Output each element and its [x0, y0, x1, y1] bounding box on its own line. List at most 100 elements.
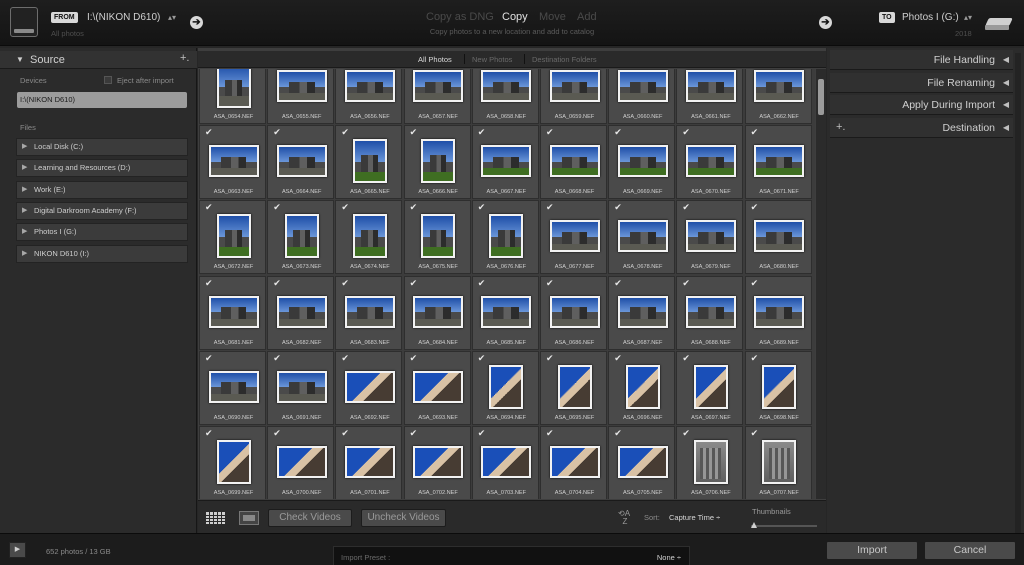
selected-device[interactable]: I:\(NIKON D610) — [17, 92, 187, 108]
photo-thumbnail[interactable] — [276, 70, 327, 102]
expand-triangle-icon[interactable]: ▶ — [22, 203, 27, 219]
destination-arrow-icon[interactable]: ➔ — [819, 16, 832, 29]
mode-copy-as-dng[interactable]: Copy as DNG — [426, 11, 494, 23]
photo-thumbnail[interactable] — [216, 69, 251, 108]
thumbnail-cell[interactable]: ✔ ASA_0689.NEF — [744, 275, 812, 350]
checkmark-icon[interactable]: ✔ — [546, 429, 554, 438]
thumbnail-cell[interactable]: ✔ ASA_0694.NEF — [471, 350, 539, 425]
thumbnail-cell[interactable]: ASA_0654.NEF — [199, 69, 266, 124]
thumbnail-size-slider[interactable] — [751, 522, 817, 528]
photo-thumbnail[interactable] — [276, 145, 327, 178]
checkmark-icon[interactable]: ✔ — [478, 353, 486, 363]
volume-item[interactable]: ▶ Photos I (G:) — [16, 223, 188, 242]
thumbnail-cell[interactable]: ASA_0662.NEF — [744, 69, 812, 124]
checkmark-icon[interactable]: ✔ — [205, 429, 213, 438]
checkmark-icon[interactable]: ✔ — [751, 429, 759, 438]
thumbnail-cell[interactable]: ✔ ASA_0703.NEF — [471, 426, 539, 499]
thumbnail-cell[interactable]: ✔ ASA_0676.NEF — [471, 200, 539, 275]
scrollbar-thumb[interactable] — [818, 79, 824, 115]
mode-copy[interactable]: Copy — [502, 11, 528, 23]
uncheck-videos-button[interactable]: Uncheck Videos — [361, 509, 446, 527]
thumbnail-cell[interactable]: ✔ ASA_0665.NEF — [335, 125, 403, 200]
tab-new-photos[interactable]: New Photos — [472, 55, 512, 64]
sort-dropdown[interactable]: Capture Time ÷ — [669, 513, 720, 522]
thumbnail-cell[interactable]: ✔ ASA_0685.NEF — [471, 275, 539, 350]
file-handling-section[interactable]: File Handling ◀ — [830, 50, 1013, 70]
thumbnail-cell[interactable]: ✔ ASA_0682.NEF — [267, 275, 335, 350]
checkmark-icon[interactable]: ✔ — [205, 353, 213, 363]
checkmark-icon[interactable]: ✔ — [205, 203, 213, 212]
checkmark-icon[interactable]: ✔ — [273, 353, 281, 363]
photo-thumbnail[interactable] — [693, 364, 728, 409]
checkmark-icon[interactable]: ✔ — [273, 203, 281, 212]
volume-item[interactable]: ▶ Work (E:) — [16, 180, 188, 199]
photo-thumbnail[interactable] — [489, 364, 524, 409]
photo-thumbnail[interactable] — [625, 364, 660, 409]
photo-thumbnail[interactable] — [754, 70, 805, 102]
thumbnail-cell[interactable]: ✔ ASA_0675.NEF — [403, 200, 471, 275]
photo-thumbnail[interactable] — [344, 370, 395, 403]
photo-thumbnail[interactable] — [284, 214, 319, 259]
photo-thumbnail[interactable] — [413, 295, 464, 328]
checkmark-icon[interactable]: ✔ — [205, 278, 213, 288]
photo-thumbnail[interactable] — [216, 214, 251, 259]
checkmark-icon[interactable]: ✔ — [478, 128, 486, 137]
checkmark-icon[interactable]: ✔ — [546, 203, 554, 212]
photo-thumbnail[interactable] — [216, 440, 251, 484]
thumbnail-cell[interactable]: ✔ ASA_0673.NEF — [267, 200, 335, 275]
checkmark-icon[interactable]: ✔ — [478, 278, 486, 288]
photo-thumbnail[interactable] — [754, 145, 805, 178]
slider-knob[interactable] — [751, 522, 757, 528]
photo-thumbnail[interactable] — [352, 139, 387, 184]
mode-move[interactable]: Move — [539, 11, 566, 23]
thumbnail-cell[interactable]: ✔ ASA_0677.NEF — [540, 200, 607, 275]
photo-thumbnail[interactable] — [413, 446, 464, 478]
checkmark-icon[interactable]: ✔ — [751, 353, 759, 363]
volume-item[interactable]: ▶ NIKON D610 (I:) — [16, 244, 188, 263]
import-preset[interactable]: Import Preset : None ÷ — [333, 546, 690, 565]
checkmark-icon[interactable]: ✔ — [273, 128, 281, 137]
photo-thumbnail[interactable] — [344, 295, 395, 328]
cancel-button[interactable]: Cancel — [924, 541, 1016, 560]
thumbnail-cell[interactable]: ✔ ASA_0697.NEF — [676, 350, 744, 425]
photo-thumbnail[interactable] — [549, 220, 600, 253]
file-renaming-section[interactable]: File Renaming ◀ — [830, 73, 1013, 93]
checkmark-icon[interactable]: ✔ — [751, 128, 759, 137]
photo-thumbnail[interactable] — [549, 446, 600, 478]
checkmark-icon[interactable]: ✔ — [410, 353, 418, 363]
photo-thumbnail[interactable] — [549, 295, 600, 328]
thumbnail-cell[interactable]: ✔ ASA_0704.NEF — [540, 426, 607, 499]
photo-thumbnail[interactable] — [421, 214, 456, 259]
checkmark-icon[interactable]: ✔ — [341, 278, 349, 288]
panel-scrollbar[interactable] — [1015, 53, 1021, 533]
expand-triangle-icon[interactable]: ▶ — [22, 160, 27, 176]
check-videos-button[interactable]: Check Videos — [268, 509, 352, 527]
volume-item[interactable]: ▶ Learning and Resources (D:) — [16, 159, 188, 178]
photo-thumbnail[interactable] — [754, 220, 805, 253]
photo-thumbnail[interactable] — [762, 440, 797, 484]
photo-thumbnail[interactable] — [481, 70, 532, 102]
checkmark-icon[interactable]: ✔ — [614, 128, 622, 137]
expand-triangle-icon[interactable]: ▶ — [22, 139, 27, 155]
photo-thumbnail[interactable] — [481, 145, 532, 178]
source-dropdown-icon[interactable]: ▴▾ — [168, 13, 176, 22]
checkmark-icon[interactable]: ✔ — [682, 429, 690, 438]
photo-thumbnail[interactable] — [762, 364, 797, 409]
photo-thumbnail[interactable] — [208, 295, 259, 328]
photo-thumbnail[interactable] — [344, 70, 395, 102]
tab-destination-folders[interactable]: Destination Folders — [532, 55, 597, 64]
photo-thumbnail[interactable] — [549, 70, 600, 102]
thumbnail-cell[interactable]: ✔ ASA_0693.NEF — [403, 350, 471, 425]
destination-dropdown-icon[interactable]: ▴▾ — [964, 13, 972, 22]
eject-checkbox[interactable] — [104, 76, 112, 84]
thumbnail-cell[interactable]: ✔ ASA_0669.NEF — [608, 125, 676, 200]
thumbnail-cell[interactable]: ✔ ASA_0695.NEF — [540, 350, 607, 425]
checkmark-icon[interactable]: ✔ — [205, 128, 213, 137]
thumbnail-cell[interactable]: ✔ ASA_0705.NEF — [608, 426, 676, 499]
thumbnail-cell[interactable]: ASA_0658.NEF — [471, 69, 539, 124]
thumbnail-cell[interactable]: ✔ ASA_0674.NEF — [335, 200, 403, 275]
thumbnail-cell[interactable]: ASA_0656.NEF — [335, 69, 403, 124]
thumbnail-cell[interactable]: ✔ ASA_0706.NEF — [676, 426, 744, 499]
import-button[interactable]: Import — [826, 541, 918, 560]
checkmark-icon[interactable]: ✔ — [410, 203, 418, 212]
